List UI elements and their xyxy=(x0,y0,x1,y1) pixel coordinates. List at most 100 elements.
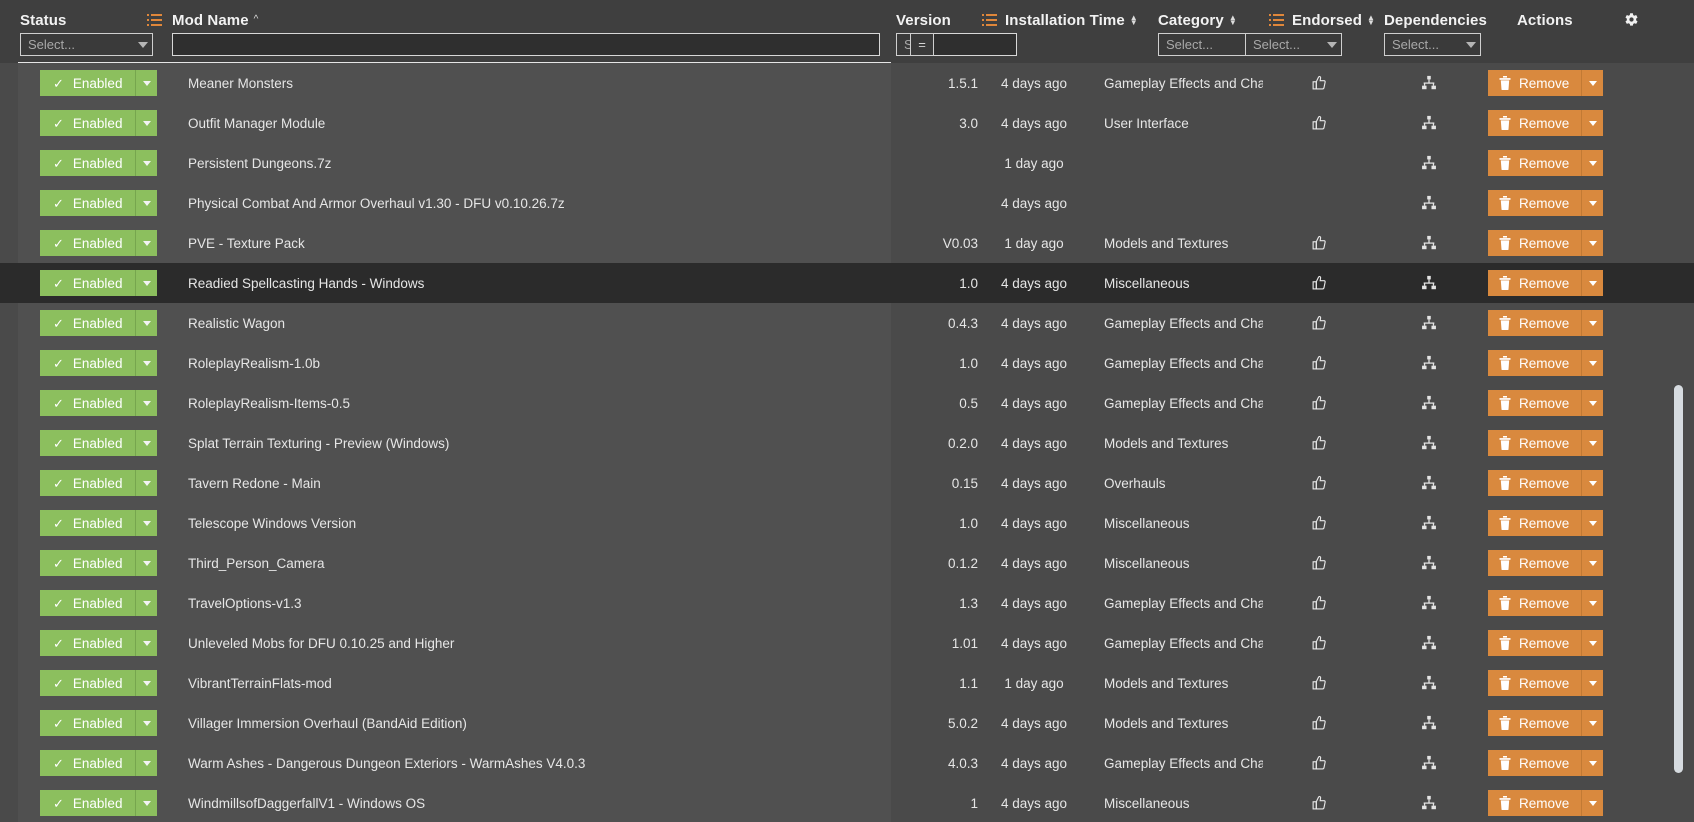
thumbs-up-icon[interactable] xyxy=(1312,675,1327,691)
remove-button[interactable]: Remove xyxy=(1488,270,1582,296)
sort-toggle-icon-endorsed[interactable]: ▲ ▼ xyxy=(1367,14,1375,27)
remove-button-group[interactable]: Remove xyxy=(1488,110,1604,136)
table-row[interactable]: ✓ Enabled PVE - Texture Pack V0.03 1 day ago… xyxy=(0,223,1694,263)
status-enabled-main[interactable]: ✓ Enabled xyxy=(40,550,135,576)
status-enabled-main[interactable]: ✓ Enabled xyxy=(40,630,135,656)
thumbs-up-icon[interactable] xyxy=(1312,515,1327,531)
status-dropdown-button[interactable] xyxy=(135,470,157,496)
thumbs-up-icon[interactable] xyxy=(1312,315,1327,331)
remove-dropdown-button[interactable] xyxy=(1581,790,1604,816)
remove-button-group[interactable]: Remove xyxy=(1488,70,1604,96)
remove-button[interactable]: Remove xyxy=(1488,630,1582,656)
remove-button-group[interactable]: Remove xyxy=(1488,310,1604,336)
filter-list-icon-status[interactable] xyxy=(147,13,162,27)
remove-dropdown-button[interactable] xyxy=(1581,230,1604,256)
table-row[interactable]: ✓ Enabled Warm Ashes - Dangerous Dungeon E… xyxy=(0,743,1694,783)
status-enabled-main[interactable]: ✓ Enabled xyxy=(40,110,135,136)
thumbs-up-icon[interactable] xyxy=(1312,355,1327,371)
status-toggle-button[interactable]: ✓ Enabled xyxy=(40,750,157,776)
remove-button-group[interactable]: Remove xyxy=(1488,790,1604,816)
table-row[interactable]: ✓ Enabled Physical Combat And Armor Overha… xyxy=(0,183,1694,223)
status-enabled-main[interactable]: ✓ Enabled xyxy=(40,790,135,816)
remove-button-group[interactable]: Remove xyxy=(1488,430,1604,456)
status-dropdown-button[interactable] xyxy=(135,550,157,576)
remove-dropdown-button[interactable] xyxy=(1581,630,1604,656)
status-toggle-button[interactable]: ✓ Enabled xyxy=(40,270,157,296)
remove-dropdown-button[interactable] xyxy=(1581,150,1604,176)
remove-button[interactable]: Remove xyxy=(1488,670,1582,696)
remove-button-group[interactable]: Remove xyxy=(1488,630,1604,656)
dependencies-icon[interactable] xyxy=(1421,795,1437,811)
remove-button-group[interactable]: Remove xyxy=(1488,150,1604,176)
status-toggle-button[interactable]: ✓ Enabled xyxy=(40,630,157,656)
status-dropdown-button[interactable] xyxy=(135,630,157,656)
remove-button[interactable]: Remove xyxy=(1488,710,1582,736)
remove-button[interactable]: Remove xyxy=(1488,150,1582,176)
table-row[interactable]: ✓ Enabled VibrantTerrainFlats-mod 1.1 1 day … xyxy=(0,663,1694,703)
thumbs-up-icon[interactable] xyxy=(1312,715,1327,731)
status-dropdown-button[interactable] xyxy=(135,430,157,456)
remove-button[interactable]: Remove xyxy=(1488,750,1582,776)
table-row[interactable]: ✓ Enabled Meaner Monsters 1.5.1 4 days ago Ga… xyxy=(0,63,1694,103)
remove-dropdown-button[interactable] xyxy=(1581,390,1604,416)
status-toggle-button[interactable]: ✓ Enabled xyxy=(40,350,157,376)
remove-dropdown-button[interactable] xyxy=(1581,470,1604,496)
table-row[interactable]: ✓ Enabled Unleveled Mobs for DFU 0.10.25 a… xyxy=(0,623,1694,663)
dependencies-icon[interactable] xyxy=(1421,315,1437,331)
status-toggle-button[interactable]: ✓ Enabled xyxy=(40,670,157,696)
thumbs-up-icon[interactable] xyxy=(1312,115,1327,131)
table-row[interactable]: ✓ Enabled Splat Terrain Texturing - Previe… xyxy=(0,423,1694,463)
remove-button[interactable]: Remove xyxy=(1488,310,1582,336)
mod-name-filter-input[interactable] xyxy=(172,33,880,56)
remove-button[interactable]: Remove xyxy=(1488,590,1582,616)
dependencies-icon[interactable] xyxy=(1421,555,1437,571)
remove-button[interactable]: Remove xyxy=(1488,190,1582,216)
dependencies-icon[interactable] xyxy=(1421,475,1437,491)
remove-dropdown-button[interactable] xyxy=(1581,270,1604,296)
thumbs-up-icon[interactable] xyxy=(1312,275,1327,291)
table-row[interactable]: ✓ Enabled RoleplayRealism-Items-0.5 0.5 4 da… xyxy=(0,383,1694,423)
status-enabled-main[interactable]: ✓ Enabled xyxy=(40,750,135,776)
sort-ascending-icon[interactable]: ^ xyxy=(254,15,259,25)
table-row[interactable]: ✓ Enabled WindmillsofDaggerfallV1 - Window… xyxy=(0,783,1694,822)
dependencies-icon[interactable] xyxy=(1421,395,1437,411)
remove-dropdown-button[interactable] xyxy=(1581,670,1604,696)
status-dropdown-button[interactable] xyxy=(135,190,157,216)
remove-dropdown-button[interactable] xyxy=(1581,110,1604,136)
sort-toggle-icon-category[interactable]: ▲ ▼ xyxy=(1229,14,1237,27)
status-dropdown-button[interactable] xyxy=(135,790,157,816)
thumbs-up-icon[interactable] xyxy=(1312,75,1327,91)
remove-button[interactable]: Remove xyxy=(1488,430,1582,456)
dependencies-icon[interactable] xyxy=(1421,435,1437,451)
thumbs-up-icon[interactable] xyxy=(1312,755,1327,771)
dependencies-icon[interactable] xyxy=(1421,635,1437,651)
dependencies-icon[interactable] xyxy=(1421,115,1437,131)
dependencies-icon[interactable] xyxy=(1421,275,1437,291)
status-dropdown-button[interactable] xyxy=(135,150,157,176)
dependencies-icon[interactable] xyxy=(1421,515,1437,531)
status-dropdown-button[interactable] xyxy=(135,670,157,696)
thumbs-up-icon[interactable] xyxy=(1312,795,1327,811)
status-dropdown-button[interactable] xyxy=(135,590,157,616)
table-row[interactable]: ✓ Enabled Telescope Windows Version 1.0 4 da… xyxy=(0,503,1694,543)
remove-button-group[interactable]: Remove xyxy=(1488,550,1604,576)
table-row[interactable]: ✓ Enabled Readied Spellcasting Hands - Win… xyxy=(0,263,1694,303)
filter-list-icon-endorsed[interactable] xyxy=(1269,13,1284,27)
remove-button-group[interactable]: Remove xyxy=(1488,670,1604,696)
status-toggle-button[interactable]: ✓ Enabled xyxy=(40,430,157,456)
table-row[interactable]: ✓ Enabled TravelOptions-v1.3 1.3 4 days ago G… xyxy=(0,583,1694,623)
thumbs-up-icon[interactable] xyxy=(1312,475,1327,491)
status-enabled-main[interactable]: ✓ Enabled xyxy=(40,590,135,616)
status-dropdown-button[interactable] xyxy=(135,310,157,336)
status-enabled-main[interactable]: ✓ Enabled xyxy=(40,310,135,336)
dependencies-icon[interactable] xyxy=(1421,235,1437,251)
status-enabled-main[interactable]: ✓ Enabled xyxy=(40,70,135,96)
installation-time-filter-input[interactable] xyxy=(934,33,1017,56)
status-enabled-main[interactable]: ✓ Enabled xyxy=(40,670,135,696)
remove-button[interactable]: Remove xyxy=(1488,230,1582,256)
thumbs-up-icon[interactable] xyxy=(1312,395,1327,411)
dependencies-icon[interactable] xyxy=(1421,75,1437,91)
remove-dropdown-button[interactable] xyxy=(1581,430,1604,456)
vertical-scrollbar[interactable] xyxy=(1674,385,1683,773)
remove-dropdown-button[interactable] xyxy=(1581,310,1604,336)
